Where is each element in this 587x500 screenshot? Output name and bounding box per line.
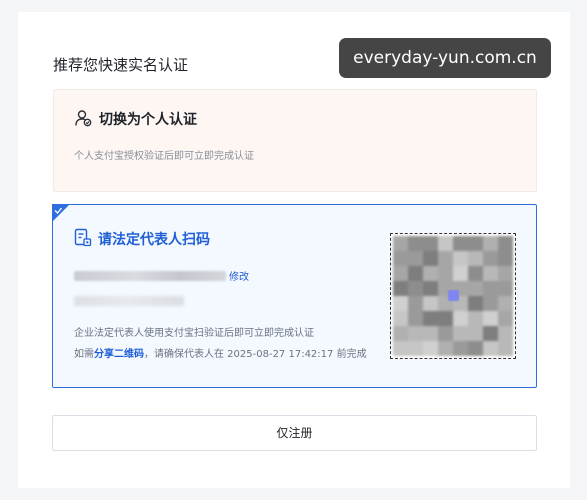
qr-cell (483, 296, 498, 311)
person-verify-icon (75, 110, 92, 127)
page-title: 推荐您快速实名认证 (53, 56, 189, 74)
qr-cell (423, 296, 438, 311)
qr-cell (468, 266, 483, 281)
note-prefix: 如需 (74, 349, 94, 360)
qr-cell (468, 311, 483, 326)
qr-cell (393, 281, 408, 296)
document-qr-icon (74, 228, 92, 247)
qr-code (390, 233, 516, 359)
qr-cell (423, 341, 438, 356)
qr-cell (438, 341, 453, 356)
personal-verify-title: 切换为个人认证 (99, 112, 197, 128)
qr-cell (393, 251, 408, 266)
qr-cell (483, 251, 498, 266)
qr-cell (423, 326, 438, 341)
qr-cell (408, 266, 423, 281)
qr-cell (483, 236, 498, 251)
qr-cell (453, 341, 468, 356)
legal-rep-description: 企业法定代表人使用支付宝扫验证后即可立即完成认证 (74, 328, 314, 339)
qr-cell (498, 251, 513, 266)
qr-cell (423, 236, 438, 251)
qr-cell (483, 266, 498, 281)
qr-cell (483, 281, 498, 296)
qr-cell (498, 296, 513, 311)
qr-cell (498, 311, 513, 326)
qr-cell (483, 311, 498, 326)
qr-cell (408, 341, 423, 356)
qr-cell (498, 236, 513, 251)
qr-cell (468, 251, 483, 266)
qr-cell (438, 311, 453, 326)
qr-cell (453, 236, 468, 251)
qr-cell (393, 296, 408, 311)
qr-cell (483, 326, 498, 341)
qr-cell (423, 266, 438, 281)
qr-cell (468, 281, 483, 296)
qr-cell (423, 251, 438, 266)
qr-cell (408, 296, 423, 311)
qr-cell (393, 341, 408, 356)
qr-center-logo (448, 290, 459, 301)
company-name-redacted (74, 271, 226, 281)
qr-cell (453, 266, 468, 281)
qr-cell (453, 311, 468, 326)
share-qr-link[interactable]: 分享二维码 (94, 349, 144, 360)
legal-rep-note: 如需分享二维码，请确保代表人在 2025-08-27 17:42:17 前完成 (74, 345, 367, 360)
watermark: everyday-yun.com.cn (339, 38, 551, 78)
legal-rep-scan-card[interactable]: 请法定代表人扫码 修改 企业法定代表人使用支付宝扫验证后即可立即完成认证 如需分… (52, 204, 537, 388)
qr-cell (498, 326, 513, 341)
qr-cell (483, 341, 498, 356)
qr-cell (408, 281, 423, 296)
qr-cell (498, 281, 513, 296)
qr-cell (393, 266, 408, 281)
qr-cell (408, 311, 423, 326)
qr-cell (393, 311, 408, 326)
qr-cell (393, 236, 408, 251)
selected-check-icon (52, 204, 70, 222)
qr-cell (453, 251, 468, 266)
qr-cell (453, 326, 468, 341)
qr-cell (438, 236, 453, 251)
qr-cell (423, 311, 438, 326)
qr-cell (468, 326, 483, 341)
qr-cell (468, 296, 483, 311)
qr-cell (438, 266, 453, 281)
company-id-redacted (74, 296, 184, 306)
qr-cell (438, 326, 453, 341)
personal-verify-card[interactable]: 切换为个人认证 个人支付宝授权验证后即可立即完成认证 (53, 89, 537, 192)
qr-cell (498, 266, 513, 281)
personal-verify-description: 个人支付宝授权验证后即可立即完成认证 (74, 151, 254, 162)
qr-cell (393, 326, 408, 341)
qr-cell (468, 236, 483, 251)
note-suffix: ，请确保代表人在 2025-08-27 17:42:17 前完成 (144, 349, 367, 360)
modify-link[interactable]: 修改 (229, 268, 249, 283)
qr-cell (498, 341, 513, 356)
qr-cell (423, 281, 438, 296)
qr-cell (408, 326, 423, 341)
qr-cell (408, 251, 423, 266)
qr-cell (468, 341, 483, 356)
qr-cell (408, 236, 423, 251)
qr-cell (438, 251, 453, 266)
register-only-button[interactable]: 仅注册 (52, 415, 537, 451)
legal-rep-title: 请法定代表人扫码 (98, 232, 210, 248)
